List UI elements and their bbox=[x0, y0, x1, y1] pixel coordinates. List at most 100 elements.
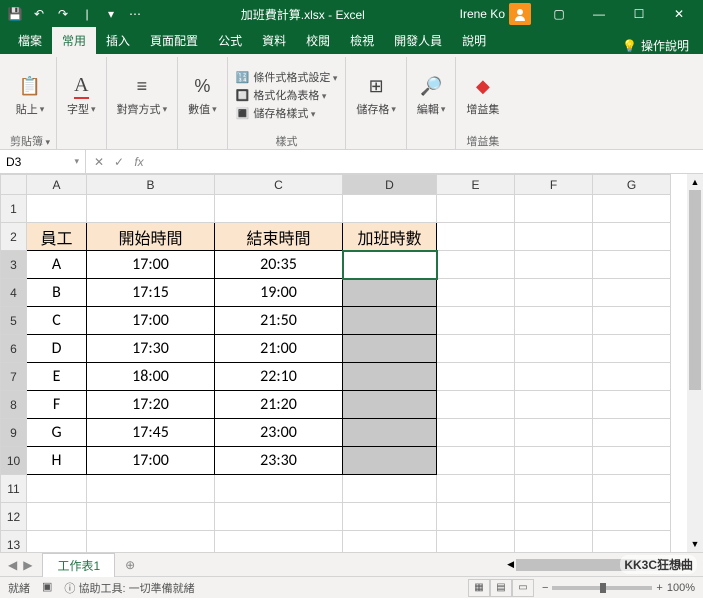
redo-icon[interactable]: ↷ bbox=[52, 3, 74, 25]
formula-bar-row: D3 ▾ ✕ ✓ fx bbox=[0, 150, 703, 174]
maximize-icon[interactable]: ☐ bbox=[619, 0, 659, 28]
cells-button[interactable]: ⊞ 儲存格 bbox=[352, 71, 400, 119]
clipboard-icon: 📋 bbox=[17, 73, 43, 99]
align-button[interactable]: ≡ 對齊方式 bbox=[113, 71, 172, 119]
minimize-icon[interactable]: — bbox=[579, 0, 619, 28]
tab-data[interactable]: 資料 bbox=[252, 27, 296, 54]
tab-review[interactable]: 校閱 bbox=[296, 27, 340, 54]
tab-home[interactable]: 常用 bbox=[52, 27, 96, 54]
tellme-label[interactable]: 操作說明 bbox=[641, 37, 689, 54]
row-header-11[interactable]: 11 bbox=[1, 475, 27, 503]
group-styles: 樣式 bbox=[275, 133, 297, 149]
row-header-3[interactable]: 3 bbox=[1, 251, 27, 279]
view-layout-icon[interactable]: ▤ bbox=[490, 579, 512, 597]
tab-layout[interactable]: 頁面配置 bbox=[140, 27, 208, 54]
cell-header-start[interactable]: 開始時間 bbox=[87, 223, 215, 251]
col-header-C[interactable]: C bbox=[215, 175, 343, 195]
row-header-5[interactable]: 5 bbox=[1, 307, 27, 335]
status-bar: 就緒 ▣ ⓘ 協助工具: 一切準備就緒 ▦ ▤ ▭ − + 100% bbox=[0, 576, 703, 598]
percent-icon: % bbox=[189, 73, 215, 99]
row-header-9[interactable]: 9 bbox=[1, 419, 27, 447]
sheet-nav-prev-icon[interactable]: ◀ bbox=[6, 558, 19, 572]
col-header-D[interactable]: D bbox=[343, 175, 437, 195]
hscroll-left-icon[interactable]: ◀ bbox=[507, 559, 514, 570]
sheet-tab-bar: ◀ ▶ 工作表1 ⊕ ◀ ▶ bbox=[0, 552, 703, 576]
cell-header-ot[interactable]: 加班時數 bbox=[343, 223, 437, 251]
undo-icon[interactable]: ↶ bbox=[28, 3, 50, 25]
tab-insert[interactable]: 插入 bbox=[96, 27, 140, 54]
accessibility-icon: ⓘ bbox=[64, 583, 75, 595]
row-header-4[interactable]: 4 bbox=[1, 279, 27, 307]
edit-button[interactable]: 🔎 編輯 bbox=[413, 71, 450, 119]
tab-file[interactable]: 檔案 bbox=[8, 27, 52, 54]
group-addins: 增益集 bbox=[466, 133, 499, 149]
ribbon-tabs: 檔案 常用 插入 頁面配置 公式 資料 校閱 檢視 開發人員 說明 💡 操作說明 bbox=[0, 28, 703, 54]
group-clipboard[interactable]: 剪貼簿 bbox=[10, 133, 50, 149]
qat-more-icon[interactable]: ▾ bbox=[100, 3, 122, 25]
col-header-G[interactable]: G bbox=[593, 175, 671, 195]
tab-developer[interactable]: 開發人員 bbox=[384, 27, 452, 54]
save-icon[interactable]: 💾 bbox=[4, 3, 26, 25]
window-title: 加班費計算.xlsx - Excel bbox=[146, 6, 460, 23]
worksheet-grid[interactable]: A B C D E F G 1 2 員工 開始時間 結束時間 加班時數 3A17… bbox=[0, 174, 671, 552]
zoom-in-icon[interactable]: + bbox=[656, 582, 662, 594]
sheet-tab[interactable]: 工作表1 bbox=[42, 553, 115, 577]
row-header-7[interactable]: 7 bbox=[1, 363, 27, 391]
select-all-corner[interactable] bbox=[1, 175, 27, 195]
row-header-10[interactable]: 10 bbox=[1, 447, 27, 475]
active-cell[interactable] bbox=[343, 251, 437, 279]
col-header-E[interactable]: E bbox=[437, 175, 515, 195]
qat-overflow-icon[interactable]: ⋯ bbox=[124, 3, 146, 25]
tab-view[interactable]: 檢視 bbox=[340, 27, 384, 54]
number-button[interactable]: % 數值 bbox=[184, 71, 221, 119]
zoom-out-icon[interactable]: − bbox=[542, 582, 548, 594]
align-icon: ≡ bbox=[129, 73, 155, 99]
ribbon: 📋 貼上 剪貼簿 A 字型 ≡ 對齊方式 % 數值 bbox=[0, 54, 703, 150]
title-bar: 💾 ↶ ↷ | ▾ ⋯ 加班費計算.xlsx - Excel Irene Ko … bbox=[0, 0, 703, 28]
enter-icon[interactable]: ✓ bbox=[110, 155, 128, 169]
cell-styles-button[interactable]: 🔳儲存格樣式 bbox=[234, 105, 340, 121]
row-header-1[interactable]: 1 bbox=[1, 195, 27, 223]
view-normal-icon[interactable]: ▦ bbox=[468, 579, 490, 597]
close-icon[interactable]: ✕ bbox=[659, 0, 699, 28]
user-avatar-icon[interactable] bbox=[509, 3, 531, 25]
tab-help[interactable]: 說明 bbox=[452, 27, 496, 54]
paste-button[interactable]: 📋 貼上 bbox=[12, 71, 49, 119]
addins-button[interactable]: ◆ 增益集 bbox=[462, 71, 503, 119]
vertical-scrollbar[interactable]: ▲ ▼ bbox=[687, 174, 703, 552]
cell-header-end[interactable]: 結束時間 bbox=[215, 223, 343, 251]
row-header-6[interactable]: 6 bbox=[1, 335, 27, 363]
cancel-icon[interactable]: ✕ bbox=[90, 155, 108, 169]
table-icon: 🔲 bbox=[236, 89, 250, 102]
col-header-A[interactable]: A bbox=[27, 175, 87, 195]
user-name: Irene Ko bbox=[460, 7, 505, 21]
chevron-down-icon[interactable]: ▾ bbox=[74, 156, 79, 167]
conditional-format-button[interactable]: 🔢條件式格式設定 bbox=[234, 69, 340, 85]
font-button[interactable]: A 字型 bbox=[63, 71, 100, 119]
col-header-B[interactable]: B bbox=[87, 175, 215, 195]
sheet-nav-next-icon[interactable]: ▶ bbox=[21, 558, 34, 572]
cell-header-emp[interactable]: 員工 bbox=[27, 223, 87, 251]
view-pagebreak-icon[interactable]: ▭ bbox=[512, 579, 534, 597]
zoom-level[interactable]: 100% bbox=[667, 582, 695, 594]
scroll-down-icon[interactable]: ▼ bbox=[687, 536, 703, 552]
add-sheet-icon[interactable]: ⊕ bbox=[119, 558, 141, 572]
status-accessibility: 協助工具: 一切準備就緒 bbox=[78, 583, 194, 595]
qat-sep: | bbox=[76, 3, 98, 25]
name-box[interactable]: D3 ▾ bbox=[0, 150, 86, 173]
row-header-8[interactable]: 8 bbox=[1, 391, 27, 419]
format-table-button[interactable]: 🔲格式化為表格 bbox=[234, 87, 340, 103]
ribbon-display-icon[interactable]: ▢ bbox=[539, 0, 579, 28]
font-icon: A bbox=[68, 73, 94, 99]
row-header-13[interactable]: 13 bbox=[1, 531, 27, 553]
lightbulb-icon: 💡 bbox=[622, 39, 637, 53]
macro-record-icon[interactable]: ▣ bbox=[42, 580, 52, 596]
tab-formulas[interactable]: 公式 bbox=[208, 27, 252, 54]
row-header-12[interactable]: 12 bbox=[1, 503, 27, 531]
scroll-thumb[interactable] bbox=[689, 190, 701, 390]
scroll-up-icon[interactable]: ▲ bbox=[687, 174, 703, 190]
row-header-2[interactable]: 2 bbox=[1, 223, 27, 251]
fx-icon[interactable]: fx bbox=[130, 155, 148, 169]
col-header-F[interactable]: F bbox=[515, 175, 593, 195]
zoom-slider[interactable] bbox=[552, 586, 652, 590]
